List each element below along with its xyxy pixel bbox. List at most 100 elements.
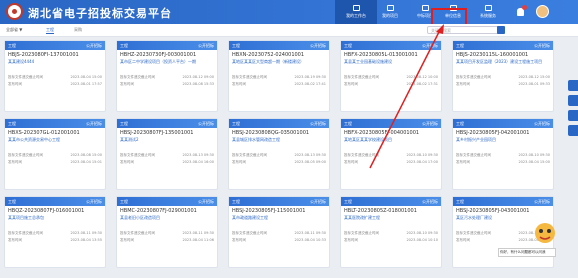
card-kind: 工程: [232, 199, 240, 204]
card-code: HBSJ-20230808QG-035001001: [232, 130, 310, 136]
card-code: HBFX-20230805L-013001001: [344, 52, 418, 58]
card-publish: 发布时间 2023-08-04 15:01: [8, 160, 102, 164]
project-card[interactable]: 工程 公开招标 HBLT-20230805Z-018001001 某某医院改扩建工程投…: [340, 196, 442, 268]
card-header: 工程 公开招标: [5, 197, 105, 206]
card-kind: 工程: [344, 43, 352, 48]
card-name[interactable]: 某地某区某某学校建设项目: [341, 136, 441, 152]
card-name[interactable]: 某地区某某区大型商超—期（新楼建设）: [229, 58, 329, 74]
card-header: 工程 公开招标: [117, 197, 217, 206]
card-deadline: 投标文件递交截止时间 2023-08-11 09:30: [120, 231, 214, 235]
card-header: 工程 公开招标: [117, 119, 217, 128]
project-card[interactable]: 工程 公开招标 HBQZ-20230807FJ-016001001 某某项目施工总承包…: [4, 196, 106, 268]
card-kind: 工程: [120, 121, 128, 126]
card-name[interactable]: 某乡村振兴产业园项目: [453, 136, 553, 152]
region-select[interactable]: 全部省 ▼: [6, 27, 22, 33]
nav-label: 我的工作台: [346, 13, 366, 18]
card-name[interactable]: 某县老旧小区改造项目: [117, 214, 217, 230]
card-header: 工程 公开招标: [229, 119, 329, 128]
card-kind: 工程: [344, 121, 352, 126]
card-code: HBJS-20230115L-160001001: [456, 52, 529, 58]
card-code: HBSJ-20230807FJ-135001001: [120, 130, 194, 136]
project-card[interactable]: 工程 公开招标 HBXS-202307GL-012001001 某某市公共资源交易中心…: [4, 118, 106, 190]
card-name[interactable]: 某某测试2: [117, 136, 217, 152]
card-deadline: 投标文件递交截止时间 2023-08-10 09:30: [344, 153, 438, 157]
project-card[interactable]: 工程 公开招标 HBHZ-20230730FJ-003001001 某市区二中学建设项…: [116, 40, 218, 112]
nav-item[interactable]: 系统服务: [467, 0, 509, 24]
project-card[interactable]: 工程 公开招标 HBFX-20230805L-013001001 某县某工业园基础设施…: [340, 40, 442, 112]
card-header: 工程 公开招标: [341, 41, 441, 50]
card-code: HBSJ-20230805FJ-043001001: [456, 208, 530, 214]
card-code: HBLT-20230805Z-018001001: [344, 208, 417, 214]
nav-icon: [421, 5, 429, 11]
search-input[interactable]: 关键字搜索: [427, 26, 499, 34]
card-deadline: 投标文件递交截止时间 2023-08-04 15:00: [8, 75, 102, 79]
card-name[interactable]: 某市区二中学建设项目（投资人平台）—期: [117, 58, 217, 74]
card-header: 工程 公开招标: [5, 119, 105, 128]
card-code: HBSJ-20230805FJ-042001001: [456, 130, 530, 136]
card-name[interactable]: 某县城区排水管网改造工程: [229, 136, 329, 152]
card-publish: 发布时间 2023-08-04 15:00: [456, 160, 550, 164]
project-card[interactable]: 工程 公开招标 HBSJ-20230805FJ-115001001 某市政道路建设工程…: [228, 196, 330, 268]
card-deadline: 投标文件递交截止时间 2023-08-08 15:00: [8, 153, 102, 157]
project-card[interactable]: 工程 公开招标 HBMC-20230807FJ-029001001 某县老旧小区改造项…: [116, 196, 218, 268]
card-code: HBMC-20230807FJ-029001001: [120, 208, 197, 214]
card-name[interactable]: 某某市公共资源交易中心工程: [5, 136, 105, 152]
card-publish: 发布时间 2023-08-04 10:33: [232, 238, 326, 242]
card-tag: 公开招标: [86, 121, 102, 126]
card-publish: 发布时间 2023-08-02 17:41: [232, 82, 326, 86]
card-tag: 公开招标: [86, 199, 102, 204]
card-header: 工程 公开招标: [229, 41, 329, 50]
card-publish: 发布时间 2023-08-01 17:57: [8, 82, 102, 86]
project-card[interactable]: 工程 公开招标 HBXN-20230752-024001001 某地区某某区大型商超—…: [228, 40, 330, 112]
card-header: 工程 公开招标: [453, 41, 553, 50]
card-deadline: 投标文件递交截止时间 2023-08-10 09:30: [344, 231, 438, 235]
side-tool-button[interactable]: [568, 95, 578, 106]
card-kind: 工程: [232, 43, 240, 48]
tab-engineering[interactable]: 工程: [46, 27, 54, 34]
card-publish: 发布时间 2023-08-04 10:10: [344, 238, 438, 242]
avatar[interactable]: [536, 5, 549, 18]
side-tool-button[interactable]: [568, 80, 578, 91]
card-publish: 发布时间 2023-08-04 13:55: [8, 238, 102, 242]
card-name[interactable]: 某市政道路建设工程: [229, 214, 329, 230]
card-publish: 发布时间 2023-08-01 09:33: [456, 82, 550, 86]
assistant-tip: 你好，有什么问题都可以问我: [498, 248, 556, 257]
card-publish: 发布时间 2023-08-05 09:00: [232, 160, 326, 164]
project-card[interactable]: 工程 公开招标 HBJS-20230115L-160001001 某某项目开发区监理（…: [452, 40, 554, 112]
card-name[interactable]: 某某医院改扩建工程: [341, 214, 441, 230]
nav-icon: [352, 5, 360, 11]
card-name[interactable]: 某县某工业园基础设施建设: [341, 58, 441, 74]
card-name[interactable]: 某某项目施工总承包: [5, 214, 105, 230]
project-card[interactable]: 工程 公开招标 HBJS-2023080FI-137001001 某某建设4444 投标…: [4, 40, 106, 112]
card-code: HBXN-20230752-024001001: [232, 52, 305, 58]
card-publish: 发布时间 2023-08-02 17:31: [344, 82, 438, 86]
card-code: HBHZ-20230730FJ-003001001: [120, 52, 197, 58]
project-card[interactable]: 工程 公开招标 HBFX-20230805FJ-004001001 某地某区某某学校建…: [340, 118, 442, 190]
card-publish: 发布时间 2023-08-08 15:33: [120, 82, 214, 86]
search-button[interactable]: [497, 26, 505, 34]
emblem-logo: [6, 3, 23, 20]
project-card[interactable]: 工程 公开招标 HBSJ-20230805FJ-042001001 某乡村振兴产业园项…: [452, 118, 554, 190]
card-header: 工程 公开招标: [341, 197, 441, 206]
tab-procurement[interactable]: 采购: [74, 27, 82, 33]
card-name[interactable]: 某某项目开发区监理（2023）建设工程施工项目: [453, 58, 553, 74]
card-publish: 发布时间 2023-08-04 11:06: [120, 238, 214, 242]
card-header: 工程 公开招标: [453, 119, 553, 128]
card-kind: 工程: [120, 43, 128, 48]
project-card[interactable]: 工程 公开招标 HBSJ-20230807FJ-135001001 某某测试2 投标文件…: [116, 118, 218, 190]
side-tool-button[interactable]: [568, 110, 578, 121]
notification-badge: [522, 5, 527, 10]
project-card[interactable]: 工程 公开招标 HBSJ-20230808QG-035001001 某县城区排水管网改…: [228, 118, 330, 190]
card-name[interactable]: 某某建设4444: [5, 58, 105, 74]
side-tool-button[interactable]: [568, 125, 578, 136]
nav-icon: [484, 5, 492, 11]
card-code: HBFX-20230805FJ-004001001: [344, 130, 420, 136]
card-publish: 发布时间 2023-08-04 17:00: [344, 160, 438, 164]
card-publish: 发布时间 2023-08-04 16:00: [120, 160, 214, 164]
card-header: 工程 公开招标: [117, 41, 217, 50]
card-tag: 公开招标: [86, 43, 102, 48]
card-tag: 公开招标: [198, 43, 214, 48]
header-bar: 湖北省电子招投标交易平台 我的工作台 我的项目 中标项目 单位信息 系统服务: [0, 0, 578, 24]
assistant-mascot-icon[interactable]: [533, 221, 557, 247]
filter-bar: 全部省 ▼ 工程 采购 关键字搜索: [0, 24, 578, 37]
